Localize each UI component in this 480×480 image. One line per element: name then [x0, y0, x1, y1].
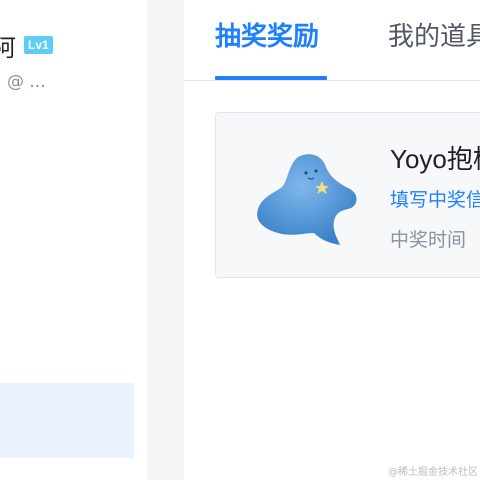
- fill-winner-info-link[interactable]: 填写中奖信息: [390, 185, 480, 212]
- level-badge: Lv1: [24, 36, 53, 54]
- tab-bar: 抽奖奖励 我的道具: [184, 0, 480, 81]
- prize-time-label: 中奖时间: [390, 229, 467, 251]
- user-handle: @ ...: [7, 72, 46, 92]
- prize-name: Yoyo抱枕: [390, 144, 480, 174]
- prize-card: Yoyo抱枕 填写中奖信息 中奖时间: [215, 112, 480, 278]
- active-tab-indicator: [215, 76, 327, 80]
- page: 阿 Lv1 @ ... 抽奖奖励 我的道具 Yoyo抱 填写中奖信 中奖时间 @…: [0, 0, 480, 480]
- user-name[interactable]: 阿: [0, 28, 16, 63]
- sidebar-item-active[interactable]: [0, 383, 134, 458]
- user-name-row: 阿 Lv1: [0, 28, 53, 63]
- watermark: @稀土掘金技术社区: [388, 467, 478, 478]
- tab-my-items[interactable]: 我的道具: [388, 16, 480, 53]
- yoyo-plush-image: [257, 154, 357, 245]
- user-sidebar: 阿 Lv1 @ ...: [0, 0, 147, 480]
- rewards-panel: 抽奖奖励 我的道具 Yoyo抱枕 填写中奖信息 中奖时间: [184, 0, 480, 480]
- tab-lottery-rewards[interactable]: 抽奖奖励: [215, 16, 319, 53]
